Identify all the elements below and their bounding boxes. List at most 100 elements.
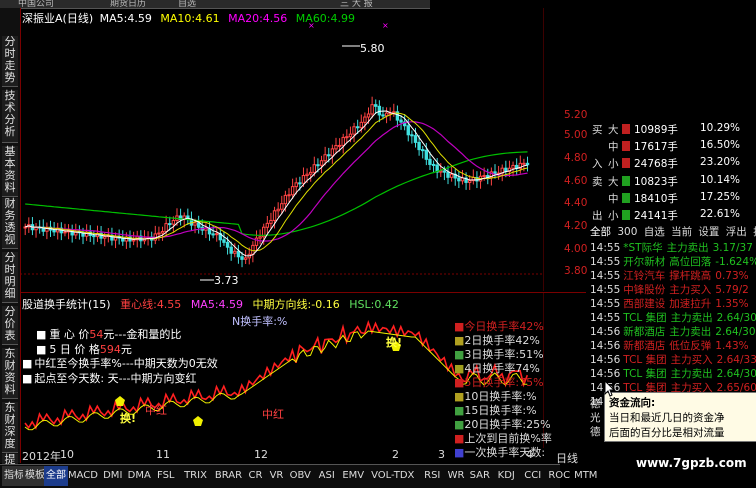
tab-300[interactable]: 300 (617, 226, 637, 238)
tape-stock: TCL 集团 (623, 312, 667, 324)
tape-row[interactable]: 14:55 中锋股份 主力买入 5.79/2 (590, 282, 749, 296)
nav-fenshi-detail[interactable]: 分时明细 (2, 252, 18, 303)
indicator-tab-rsi[interactable]: RSI (418, 466, 448, 486)
candle-body (467, 180, 472, 183)
candle-body (63, 231, 67, 234)
tape-time: 14:55 (590, 312, 621, 324)
tape-value: 5.79/2 (715, 284, 749, 296)
indicator-tab-sar[interactable]: SAR (465, 466, 495, 486)
tape-time: 14:55 (590, 242, 621, 254)
candle-body (406, 125, 410, 136)
tape-time: 14:56 (590, 368, 621, 380)
indicator-tab-dma[interactable]: DMA (125, 466, 155, 486)
tape-row[interactable]: 14:55 西部建设 加速拉升 1.35% (590, 296, 749, 310)
tooltip-line: 当日和最近几日的资金净 (609, 412, 725, 424)
signal-mark: × (382, 21, 389, 30)
price-tick: 4.60 (564, 175, 588, 187)
tape-row[interactable]: 14:56 TCL 集团 主力卖出 2.64/30 (590, 366, 756, 380)
candle-body (334, 145, 338, 150)
indicator-tab-fsl[interactable]: FSL (151, 466, 181, 486)
kline-chart[interactable]: × × 5.80 3.73 (20, 8, 544, 291)
candle-body (243, 257, 248, 260)
center-price-row: ■ 重 心 价54元---金和量的比 (36, 328, 182, 341)
candle-body (363, 116, 367, 123)
tape-action: 主力卖出 (666, 242, 709, 254)
indicator-tab-roc[interactable]: ROC (545, 466, 575, 486)
indicator-tab-trix[interactable]: TRIX (178, 466, 214, 486)
indicator-tab-dmi[interactable]: DMI (98, 466, 128, 486)
candle-body (424, 149, 429, 160)
time-tick: 11 (156, 448, 170, 461)
candle-body (240, 256, 244, 260)
indicator-tab-macd[interactable]: MACD (65, 466, 101, 486)
tape-stock: 新都酒店 (623, 340, 666, 352)
tape-action: 主力卖出 (670, 312, 713, 324)
price-tick: 4.40 (564, 197, 588, 209)
candle-body (229, 246, 233, 254)
tape-stub: 德 (590, 398, 601, 410)
indicator-tab-obv[interactable]: OBV (286, 466, 316, 486)
candle-body (442, 170, 447, 173)
tab-all[interactable]: 全部 (590, 226, 611, 238)
tab-current[interactable]: 当前 (671, 226, 692, 238)
candle-body (525, 162, 530, 166)
candle-body (374, 104, 378, 107)
nav-basic-info[interactable]: 基本资料 (2, 146, 18, 197)
nav-price-table[interactable]: 分价表 (2, 306, 18, 345)
price-tick: 4.00 (564, 243, 588, 255)
tab-float[interactable]: 浮出 (726, 226, 747, 238)
tape-time: 14:56 (590, 340, 621, 352)
tape-row[interactable]: 14:55 江铃汽车 撑杆跳高 0.73% (590, 268, 749, 282)
candle-body (381, 114, 385, 117)
ma10-line (25, 112, 528, 252)
tape-value: 2.64/30 (716, 368, 756, 380)
candle-body (168, 223, 172, 226)
price-tick: 3.80 (564, 265, 588, 277)
nav-eastmoney-depth[interactable]: 东财深度 (2, 402, 18, 453)
huan-label: 换! (386, 336, 403, 349)
tape-action: 主力卖出 (670, 368, 713, 380)
indicator-tab-vol-tdx[interactable]: VOL-TDX (365, 466, 421, 486)
candle-body (417, 141, 421, 151)
red-to-now-row: ■ 中红至今换手率%---中期天数为0无效 (22, 357, 218, 370)
n-turnover-label: N换手率:% (232, 315, 288, 328)
year-label: 2012年 (22, 450, 61, 463)
indicator-tab-asi[interactable]: ASI (312, 466, 342, 486)
indicator-tab-cci[interactable]: CCI (518, 466, 548, 486)
tape-row[interactable]: 14:55 开尔新材 高位回落 -1.624% (590, 254, 756, 268)
tape-action: 主力卖出 (669, 326, 712, 338)
candle-body (164, 223, 168, 233)
candle-body (316, 164, 320, 167)
nav-fenshi[interactable]: 分时走势 (2, 36, 18, 87)
candle-body (449, 173, 454, 178)
nav-tech-analysis[interactable]: 技术分析 (2, 90, 18, 143)
tape-row[interactable]: 14:56 新都酒店 低位反弹 1.43% (590, 338, 749, 352)
tape-stock: TCL 集团 (623, 354, 667, 366)
tab-settings[interactable]: 设置 (698, 226, 719, 238)
candle-body (460, 177, 465, 182)
tape-stock: 西部建设 (623, 298, 666, 310)
nav-finance[interactable]: 财务透视 (2, 198, 18, 249)
tape-value: 3.17/37 (712, 242, 753, 254)
tape-row[interactable]: 14:55 *ST际华 主力卖出 3.17/37 (590, 240, 753, 254)
candle-body (327, 154, 331, 157)
tape-time: 14:56 (590, 326, 621, 338)
tab-watchlist[interactable]: 自选 (644, 226, 665, 238)
nav-eastmoney-info[interactable]: 东财资料 (2, 348, 18, 399)
tape-time: 14:55 (590, 270, 621, 282)
tape-row[interactable]: 14:56 TCL 集团 主力买入 2.64/33 (590, 352, 756, 366)
time-tick: 10 (60, 448, 74, 461)
tape-stub: 德 (590, 426, 601, 438)
indicator-tab-kdj[interactable]: KDJ (492, 466, 522, 486)
tape-row[interactable]: 14:55 TCL 集团 主力卖出 2.64/30 (590, 310, 756, 324)
price-tick: 4.80 (564, 152, 588, 164)
indicator-tab-mtm[interactable]: MTM (571, 466, 601, 486)
candle-body (337, 144, 342, 147)
tape-value: 2.64/33 (716, 354, 756, 366)
indicator-tab-brar[interactable]: BRAR (211, 466, 247, 486)
time-tick: 3 (438, 448, 445, 461)
tape-action: 撑杆跳高 (669, 270, 712, 282)
indicator-tab-emv[interactable]: EMV (339, 466, 369, 486)
candle-body (493, 171, 497, 175)
tape-row[interactable]: 14:56 新都酒店 主力卖出 2.64/30 (590, 324, 756, 338)
